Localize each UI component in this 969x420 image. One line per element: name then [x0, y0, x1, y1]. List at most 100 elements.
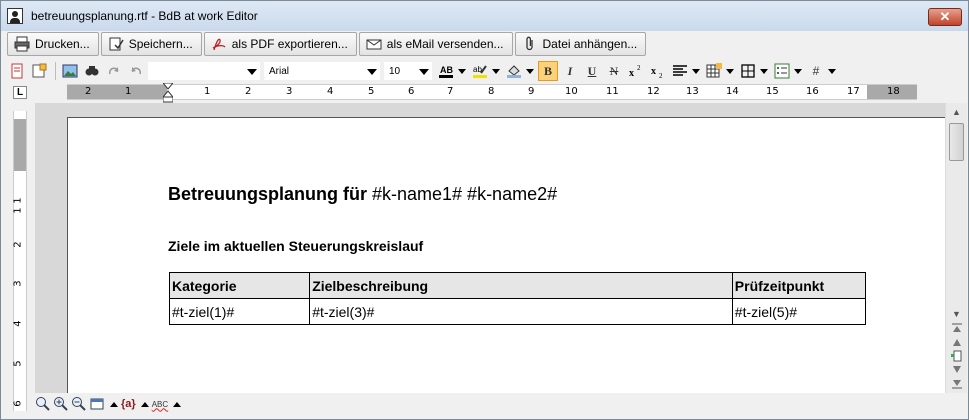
email-send-label: als eMail versenden...	[386, 37, 504, 51]
align-left-icon[interactable]	[670, 61, 690, 81]
font-color-icon[interactable]: AB	[436, 61, 456, 81]
font-size-select[interactable]: 10	[384, 62, 432, 80]
pdf-export-button[interactable]: als PDF exportieren...	[203, 32, 357, 56]
zoom-out-icon[interactable]	[71, 396, 87, 412]
scroll-up-icon[interactable]: ▲	[949, 105, 964, 119]
table-cell[interactable]: #t-ziel(5)#	[731, 298, 867, 325]
toolbar-separator	[55, 62, 56, 80]
spellcheck-label[interactable]: ABC	[152, 400, 168, 409]
ruler-number: 1	[12, 197, 24, 204]
ruler-number: 9	[528, 86, 535, 97]
chevron-down-icon	[419, 69, 429, 75]
last-page-icon[interactable]	[949, 377, 964, 391]
document-page[interactable]: Betreuungsplanung für #k-name1# #k-name2…	[67, 117, 945, 393]
fill-color-icon[interactable]	[504, 61, 524, 81]
editor-window: betreuungsplanung.rtf - BdB at work Edit…	[0, 0, 969, 420]
subscript-button[interactable]: x2	[648, 61, 668, 81]
chevron-up-icon[interactable]	[140, 401, 149, 407]
insert-table-icon[interactable]	[704, 61, 724, 81]
chevron-down-icon[interactable]	[492, 68, 500, 74]
app-icon	[7, 8, 23, 24]
print-button[interactable]: Drucken...	[7, 32, 99, 56]
document-subtitle[interactable]: Ziele im aktuellen Steuerungskreislauf	[168, 238, 423, 254]
undo-icon[interactable]	[126, 61, 146, 81]
previous-page-icon[interactable]	[949, 335, 964, 349]
chevron-down-icon[interactable]	[760, 68, 768, 74]
print-label: Drucken...	[35, 37, 90, 51]
page-view-icon[interactable]	[89, 396, 105, 412]
ruler-number: 3	[12, 280, 24, 287]
insert-image-icon[interactable]	[60, 61, 80, 81]
find-icon[interactable]	[82, 61, 102, 81]
ruler-number: 6	[12, 400, 24, 407]
underline-button[interactable]: U	[582, 61, 602, 81]
page-icon[interactable]	[949, 349, 964, 363]
highlight-color-icon[interactable]: ab	[470, 61, 490, 81]
table-cell[interactable]: #t-ziel(3)#	[309, 298, 733, 325]
next-page-icon[interactable]	[949, 363, 964, 377]
scroll-down-icon[interactable]: ▼	[949, 307, 964, 321]
font-select[interactable]: Arial	[264, 62, 380, 80]
attach-file-button[interactable]: Datei anhängen...	[514, 32, 647, 56]
pdf-icon	[211, 36, 227, 52]
redo-icon[interactable]	[104, 61, 124, 81]
ruler-number: 12	[647, 86, 660, 97]
tab-stop-selector[interactable]: L	[13, 86, 27, 99]
document-title-rest: #k-name1# #k-name2#	[367, 184, 558, 204]
ruler-number: 4	[12, 320, 24, 327]
chevron-down-icon[interactable]	[526, 68, 534, 74]
chevron-down-icon[interactable]	[692, 68, 700, 74]
ruler-number: 5	[368, 86, 375, 97]
borders-icon[interactable]	[738, 61, 758, 81]
page-setup-icon[interactable]	[7, 61, 27, 81]
ruler-left-margin	[67, 85, 167, 99]
window-title: betreuungsplanung.rtf - BdB at work Edit…	[31, 9, 258, 23]
italic-button[interactable]: I	[560, 61, 580, 81]
bold-button[interactable]: B	[538, 61, 558, 81]
save-label: Speichern...	[128, 37, 193, 51]
save-icon	[108, 36, 124, 52]
ruler-number: 18	[887, 86, 900, 97]
superscript-button[interactable]: x2	[626, 61, 646, 81]
table-cell[interactable]: #t-ziel(1)#	[168, 298, 311, 325]
chevron-down-icon[interactable]	[458, 68, 466, 74]
email-send-button[interactable]: als eMail versenden...	[358, 32, 513, 56]
paperclip-icon	[522, 36, 538, 52]
zoom-in-icon[interactable]	[53, 396, 69, 412]
ruler-number: 1	[12, 207, 24, 214]
document-area[interactable]: Betreuungsplanung für #k-name1# #k-name2…	[35, 103, 945, 393]
document-title[interactable]: Betreuungsplanung für #k-name1# #k-name2…	[168, 184, 557, 205]
action-toolbar: Drucken... Speichern... als PDF exportie…	[7, 32, 648, 57]
chevron-down-icon	[367, 69, 377, 75]
first-page-icon[interactable]	[949, 321, 964, 335]
close-button[interactable]: ✕	[928, 8, 962, 26]
style-select[interactable]	[148, 62, 260, 80]
chevron-down-icon[interactable]	[828, 68, 836, 74]
save-button[interactable]: Speichern...	[100, 32, 202, 56]
strikethrough-button[interactable]: N	[604, 61, 624, 81]
ruler-number: 14	[726, 86, 739, 97]
indent-marker[interactable]	[161, 82, 175, 103]
horizontal-ruler[interactable]: 2 1 1 2 3 4 5 6 7 8 9 10 11 12 13 14 15 …	[67, 84, 917, 100]
ruler-top-margin	[14, 119, 26, 171]
table-header-cell[interactable]: Prüfzeitpunkt	[731, 272, 867, 299]
chevron-down-icon[interactable]	[794, 68, 802, 74]
document-properties-icon[interactable]	[29, 61, 49, 81]
svg-text:x: x	[629, 68, 634, 79]
scrollbar-thumb[interactable]	[949, 123, 964, 161]
document-title-bold: Betreuungsplanung für	[168, 184, 367, 204]
field-codes-label[interactable]: {a}	[121, 398, 136, 410]
vertical-ruler[interactable]: 1 1 2 3 4 5 6	[13, 111, 27, 411]
ruler-number: 17	[847, 86, 860, 97]
vertical-scrollbar[interactable]: ▲ ▼	[945, 103, 967, 393]
table-header-cell[interactable]: Kategorie	[168, 272, 311, 299]
chevron-up-icon[interactable]	[110, 401, 118, 407]
bullet-list-icon[interactable]	[772, 61, 792, 81]
chevron-down-icon[interactable]	[726, 68, 734, 74]
printer-icon	[14, 36, 30, 52]
numbering-icon[interactable]: #	[806, 61, 826, 81]
zoom-icon[interactable]	[35, 396, 51, 412]
goals-table[interactable]: Kategorie Zielbeschreibung Prüfzeitpunkt…	[168, 272, 867, 325]
table-header-cell[interactable]: Zielbeschreibung	[309, 272, 733, 299]
chevron-up-icon[interactable]	[173, 401, 182, 407]
